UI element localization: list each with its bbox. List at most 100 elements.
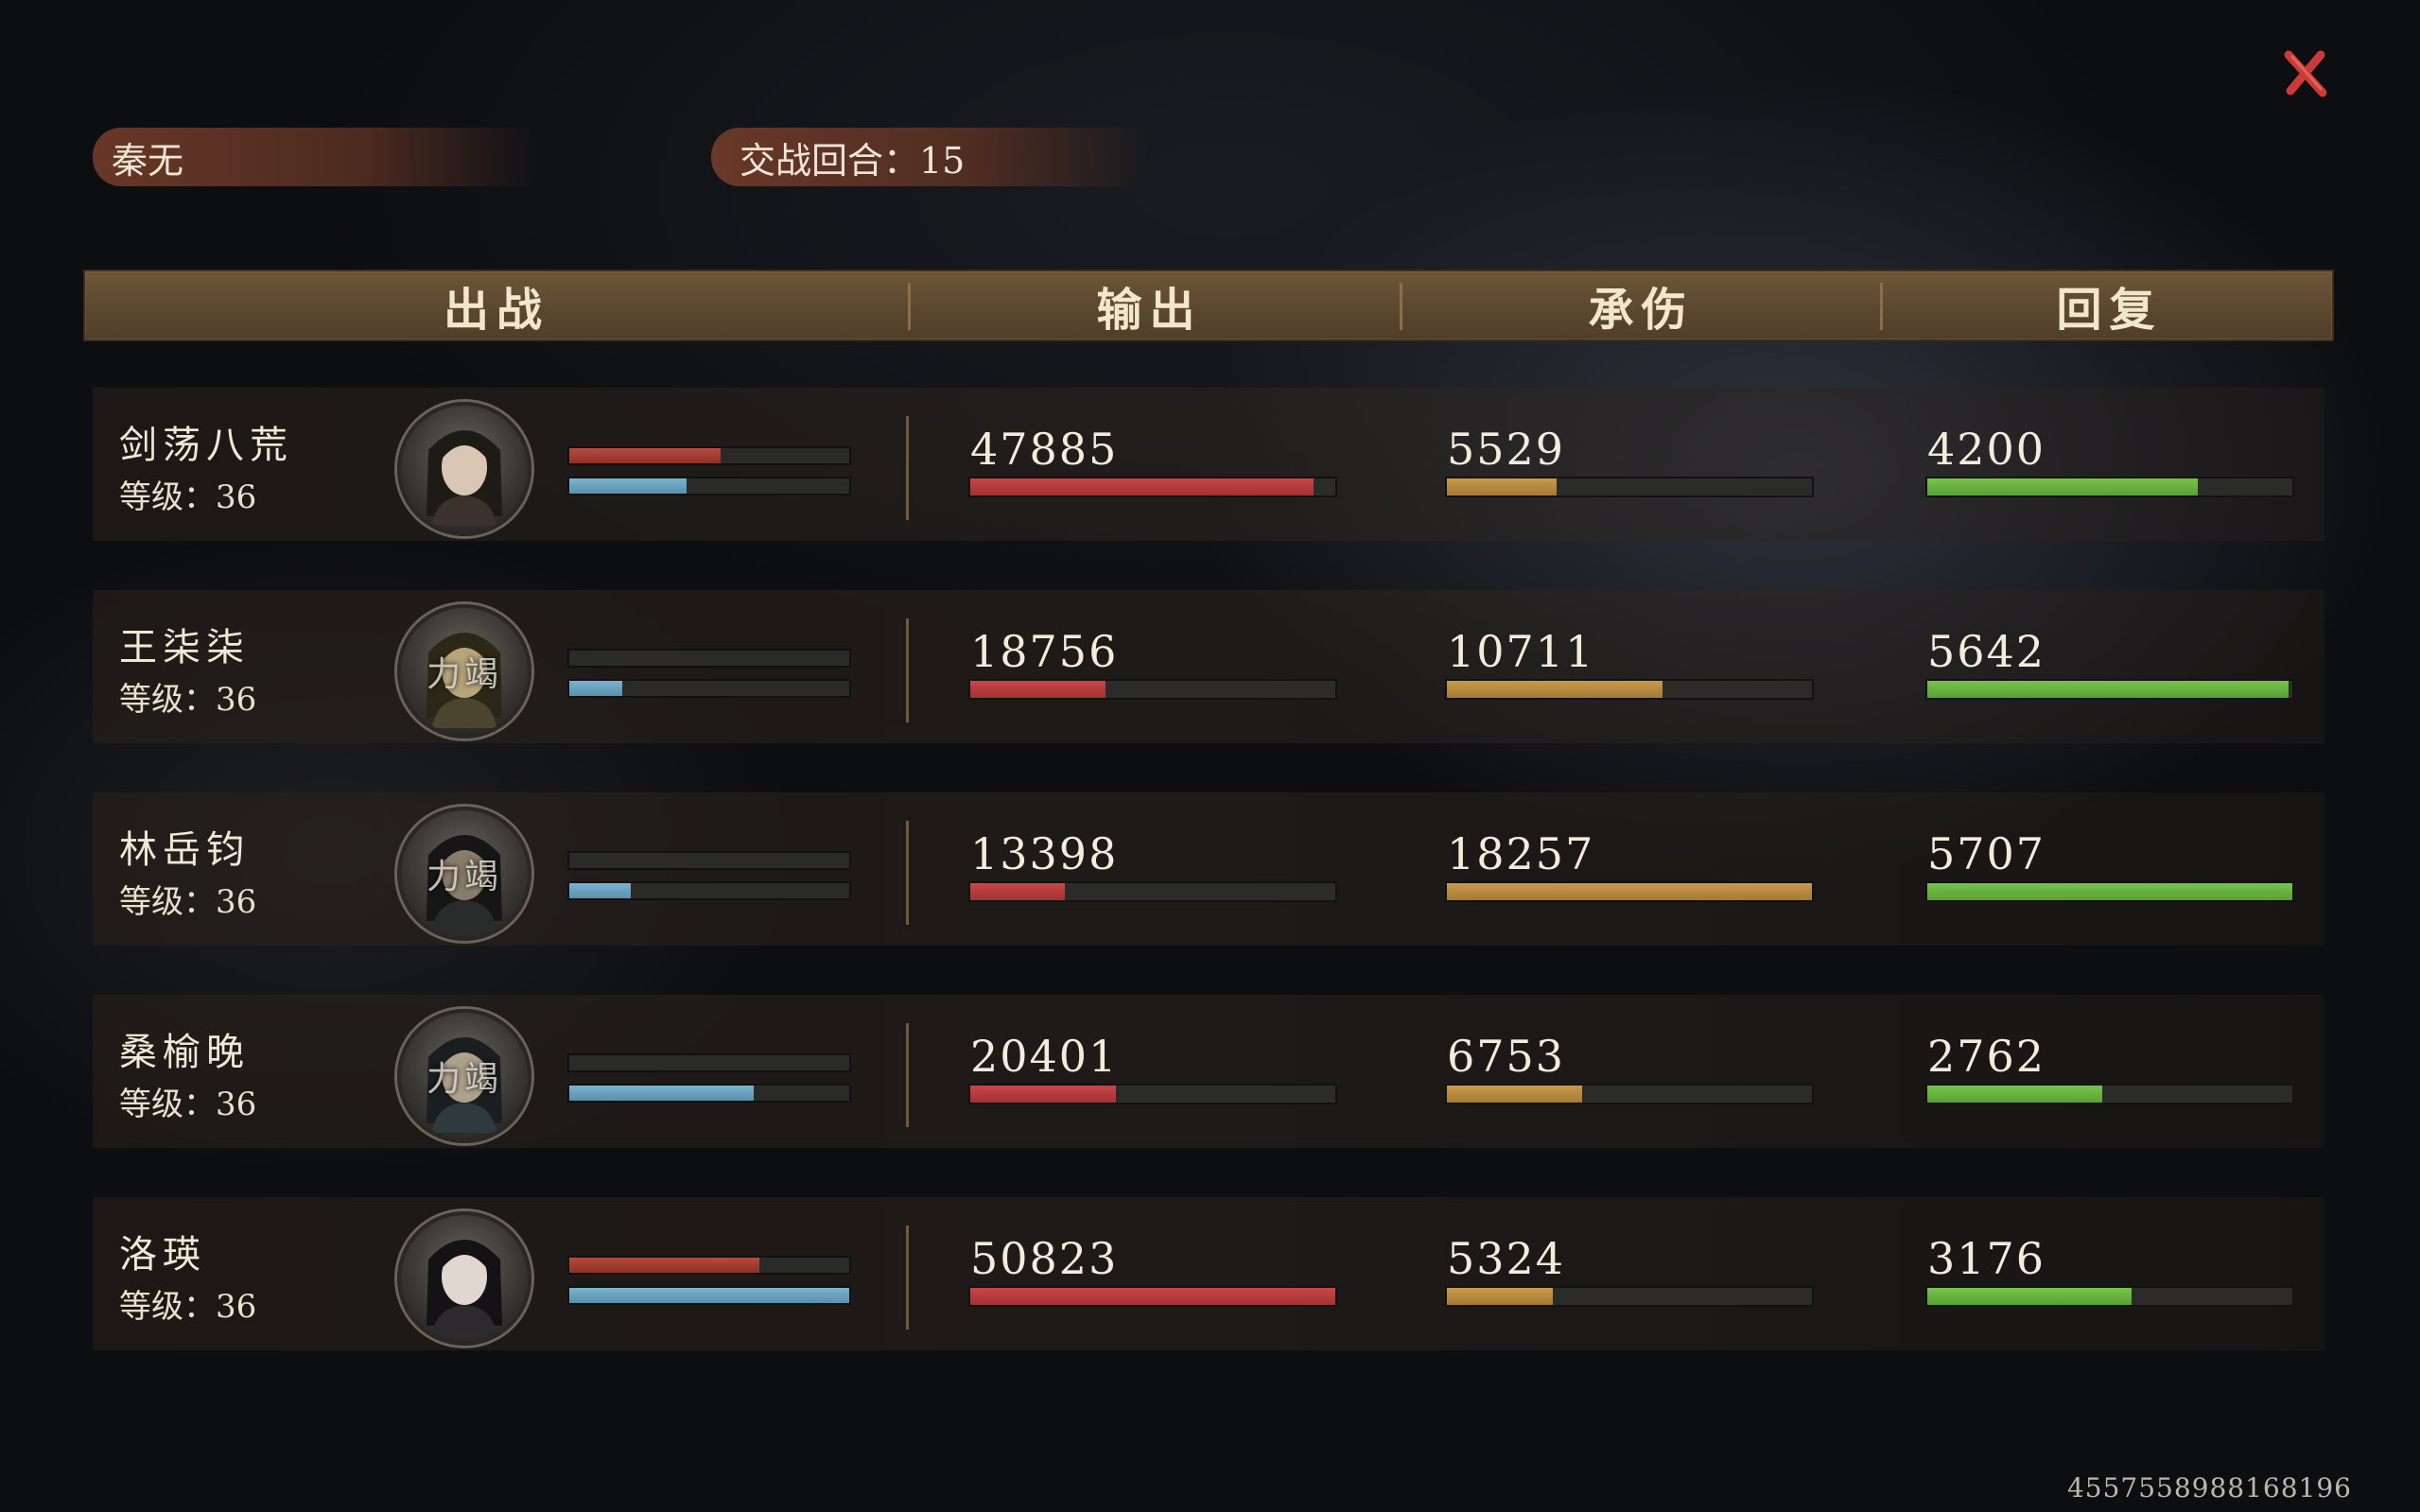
member-row: 洛瑛 等级：36 50823 5324 3176 — [93, 1197, 2324, 1350]
damage-value: 13398 — [970, 828, 1119, 879]
taken-bar-fill — [1447, 1288, 1553, 1305]
member-level: 等级：36 — [119, 883, 257, 921]
hp-bar-fill — [569, 1258, 760, 1273]
hp-bar-fill — [569, 448, 721, 463]
heal-bar — [1925, 881, 2294, 902]
close-icon — [2284, 50, 2327, 97]
damage-bar-fill — [970, 1288, 1335, 1305]
battle-rounds-plate: 交战回合：15 — [711, 128, 1146, 186]
member-avatar: 力竭 — [397, 604, 531, 739]
mp-bar-fill — [569, 883, 632, 898]
row-divider — [906, 618, 909, 722]
taken-value: 5324 — [1447, 1233, 1566, 1284]
member-row: 剑荡八荒 等级：36 47885 5529 4200 — [93, 388, 2324, 541]
damage-bar — [968, 1286, 1337, 1307]
member-level: 等级：36 — [119, 478, 257, 516]
mp-bar — [567, 679, 851, 698]
damage-bar-fill — [970, 883, 1066, 900]
column-header-damage: 输出 — [1096, 284, 1203, 337]
taken-value: 6753 — [1447, 1031, 1566, 1082]
user-id: 4557558988168196 — [2066, 1472, 2352, 1503]
exhausted-tag: 力竭 — [426, 655, 502, 694]
close-button[interactable] — [2279, 47, 2332, 100]
taken-bar-fill — [1447, 681, 1663, 698]
member-avatar: 力竭 — [397, 807, 531, 941]
member-level: 等级：36 — [119, 681, 257, 719]
column-header-heal: 回复 — [2056, 284, 2163, 337]
heal-bar — [1925, 1286, 2294, 1307]
damage-bar — [968, 679, 1337, 700]
member-level: 等级：36 — [119, 1086, 257, 1123]
heal-bar — [1925, 679, 2294, 700]
taken-value: 5529 — [1447, 424, 1566, 475]
row-divider — [906, 1225, 909, 1330]
heal-value: 5642 — [1927, 626, 2046, 677]
exhausted-tag: 力竭 — [426, 858, 502, 896]
taken-value: 18257 — [1447, 828, 1595, 879]
hp-bar — [567, 1053, 851, 1072]
member-name: 洛瑛 — [119, 1233, 206, 1277]
taken-bar — [1445, 881, 1814, 902]
player-name-plate: 秦无 — [93, 128, 537, 186]
hp-bar — [567, 851, 851, 870]
taken-bar-fill — [1447, 1086, 1582, 1103]
taken-bar — [1445, 1084, 1814, 1104]
damage-bar — [968, 881, 1337, 902]
column-header-taken: 承伤 — [1588, 284, 1695, 337]
member-name: 林岳钧 — [119, 828, 250, 872]
member-avatar — [397, 1211, 531, 1346]
taken-bar — [1445, 477, 1814, 497]
damage-bar-fill — [970, 1086, 1117, 1103]
column-header-deploy: 出战 — [443, 284, 549, 337]
row-divider — [906, 821, 909, 925]
heal-value: 4200 — [1927, 424, 2046, 475]
member-avatar — [397, 402, 531, 536]
player-name: 秦无 — [112, 139, 184, 182]
hp-bar — [567, 1256, 851, 1275]
taken-bar — [1445, 1286, 1814, 1307]
taken-value: 10711 — [1447, 626, 1595, 677]
member-row: 桑榆晚 等级：36 力竭 20401 6753 2762 — [93, 995, 2324, 1148]
mp-bar-fill — [569, 1086, 755, 1101]
battle-rounds: 交战回合：15 — [740, 139, 966, 182]
mp-bar — [567, 1084, 851, 1103]
member-level: 等级：36 — [119, 1288, 257, 1326]
mp-bar — [567, 477, 851, 495]
member-row: 王柒柒 等级：36 力竭 18756 10711 5642 — [93, 590, 2324, 743]
heal-bar-fill — [1927, 1288, 2133, 1305]
heal-bar-fill — [1927, 478, 2198, 495]
heal-value: 5707 — [1927, 828, 2046, 879]
member-name: 桑榆晚 — [119, 1031, 250, 1074]
mp-bar-fill — [569, 681, 623, 696]
portrait-icon — [427, 430, 502, 526]
exhausted-tag: 力竭 — [426, 1060, 502, 1099]
taken-bar — [1445, 679, 1814, 700]
heal-value: 3176 — [1927, 1233, 2046, 1284]
damage-bar-fill — [970, 681, 1106, 698]
heal-bar-fill — [1927, 681, 2289, 698]
hp-bar — [567, 649, 851, 668]
row-divider — [906, 1023, 909, 1127]
table-header: 出战 输出 承伤 回复 — [83, 269, 2334, 341]
mp-bar — [567, 1286, 851, 1305]
taken-bar-fill — [1447, 883, 1812, 900]
member-name: 剑荡八荒 — [119, 424, 293, 467]
taken-bar-fill — [1447, 478, 1557, 495]
damage-bar — [968, 477, 1337, 497]
damage-value: 20401 — [970, 1031, 1119, 1082]
hp-bar — [567, 446, 851, 465]
member-avatar: 力竭 — [397, 1009, 531, 1143]
heal-bar — [1925, 1084, 2294, 1104]
damage-bar — [968, 1084, 1337, 1104]
mp-bar-fill — [569, 1288, 849, 1303]
heal-bar — [1925, 477, 2294, 497]
damage-value: 50823 — [970, 1233, 1119, 1284]
damage-value: 18756 — [970, 626, 1119, 677]
heal-bar-fill — [1927, 883, 2292, 900]
mp-bar-fill — [569, 478, 688, 494]
member-name: 王柒柒 — [119, 626, 250, 669]
damage-bar-fill — [970, 478, 1314, 495]
heal-bar-fill — [1927, 1086, 2103, 1103]
mp-bar — [567, 881, 851, 900]
heal-value: 2762 — [1927, 1031, 2046, 1082]
